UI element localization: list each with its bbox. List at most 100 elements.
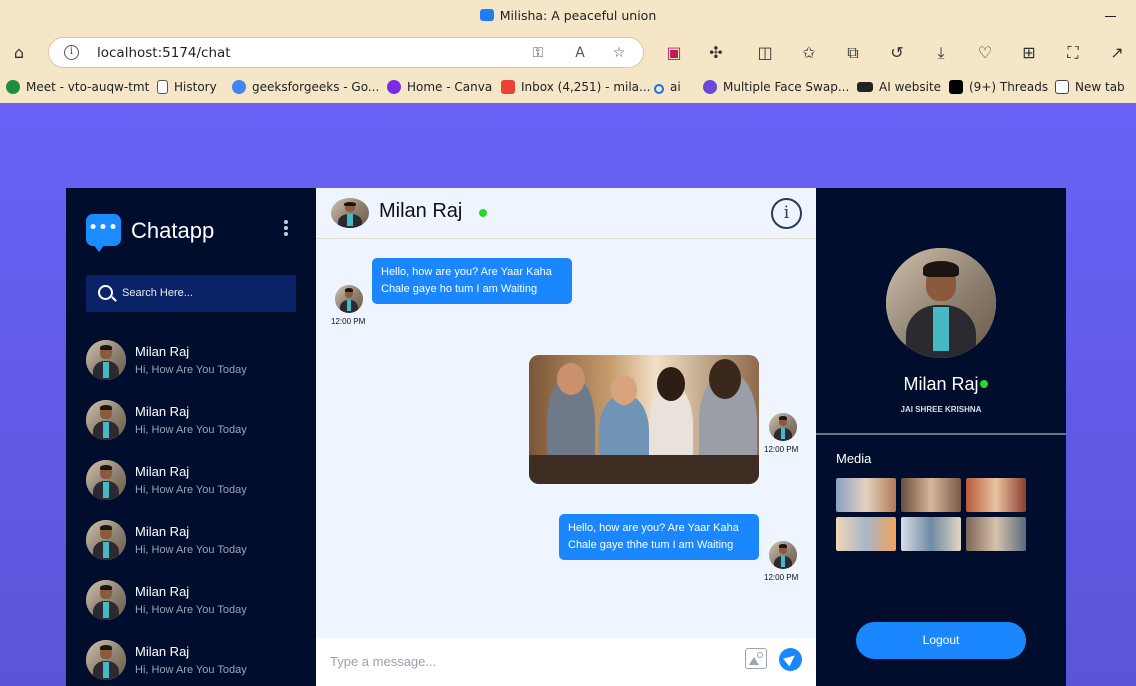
favorites-icon[interactable]: ✩	[797, 41, 821, 65]
apps-icon[interactable]: ⊞	[1017, 41, 1041, 65]
search-box[interactable]	[86, 275, 296, 312]
contact-last-message: Hi, How Are You Today	[135, 424, 247, 436]
contact-item[interactable]: Milan Raj Hi, How Are You Today	[86, 520, 296, 564]
divider	[816, 433, 1066, 435]
contact-item[interactable]: Milan Raj Hi, How Are You Today	[86, 460, 296, 504]
chat-panel: Milan Raj i 12:00 PM Hello, how are you?…	[316, 188, 816, 686]
media-thumbnail[interactable]	[901, 517, 961, 551]
collections-icon[interactable]: ⧉	[841, 41, 865, 65]
page-background: ••• Chatapp Milan Raj Hi, How Are You To…	[0, 103, 1136, 686]
contact-last-message: Hi, How Are You Today	[135, 484, 247, 496]
bookmark-new-tab[interactable]: New tab	[1055, 80, 1125, 94]
bookmark-history[interactable]: History	[157, 80, 217, 94]
contact-last-message: Hi, How Are You Today	[135, 604, 247, 616]
chat-header: Milan Raj i	[316, 188, 816, 239]
bookmark-label: (9+) Threads	[969, 80, 1049, 94]
bookmark-label: Meet - vto-auqw-tmt	[26, 80, 150, 94]
media-title: Media	[836, 451, 872, 466]
logout-button[interactable]: Logout	[856, 622, 1026, 659]
split-screen-icon[interactable]: ◫	[753, 41, 777, 65]
home-icon[interactable]: ⌂	[7, 41, 31, 65]
performance-heart-icon[interactable]: ♡	[973, 41, 997, 65]
contact-last-message: Hi, How Are You Today	[135, 364, 247, 376]
bookmark-label: Inbox (4,251) - mila...	[521, 80, 651, 94]
contact-item[interactable]: Milan Raj Hi, How Are You Today	[86, 580, 296, 624]
window-title-area: Milisha: A peaceful union	[0, 8, 1136, 23]
online-status-dot	[980, 380, 988, 388]
sidebar: ••• Chatapp Milan Raj Hi, How Are You To…	[66, 188, 316, 686]
search-input[interactable]	[122, 284, 287, 302]
message-avatar	[769, 413, 797, 441]
avatar	[86, 640, 126, 680]
history-icon[interactable]: ↺	[885, 41, 909, 65]
bookmark-label: ai	[670, 80, 681, 94]
send-icon	[783, 651, 798, 667]
browser-titlebar: Milisha: A peaceful union	[0, 0, 1136, 33]
avatar	[86, 580, 126, 620]
contact-name: Milan Raj	[135, 344, 190, 359]
media-thumbnail[interactable]	[966, 517, 1026, 551]
screenshot-icon[interactable]: ⛶	[1061, 41, 1085, 65]
meet-icon	[6, 80, 20, 94]
media-thumbnail[interactable]	[901, 478, 961, 512]
avatar	[86, 460, 126, 500]
bookmark-label: Multiple Face Swap...	[723, 80, 850, 94]
bookmark-face-swap[interactable]: Multiple Face Swap...	[703, 80, 849, 94]
contact-item[interactable]: Milan Raj Hi, How Are You Today	[86, 640, 296, 684]
media-thumbnail[interactable]	[966, 478, 1026, 512]
media-thumbnail[interactable]	[836, 517, 896, 551]
address-bar[interactable]: i localhost:5174/chat ⚿ A ☆	[48, 37, 644, 68]
bookmark-geeksforgeeks[interactable]: geeksforgeeks - Go...	[232, 80, 379, 94]
contact-name: Milan Raj	[135, 644, 190, 659]
online-status-dot	[479, 209, 487, 217]
threads-icon	[949, 80, 963, 94]
bookmark-label: New tab	[1075, 80, 1125, 94]
bookmark-ai[interactable]: ai	[654, 80, 681, 94]
message-time: 12:00 PM	[764, 573, 799, 582]
canva-icon	[387, 80, 401, 94]
extensions-puzzle-icon[interactable]: ✣	[704, 41, 728, 65]
window-title: Milisha: A peaceful union	[499, 8, 657, 23]
bookmark-threads[interactable]: (9+) Threads	[949, 80, 1048, 94]
more-options-icon[interactable]	[280, 220, 292, 238]
read-aloud-icon[interactable]: A	[571, 44, 589, 62]
site-info-icon[interactable]: i	[64, 45, 79, 60]
send-button[interactable]	[779, 648, 802, 671]
bookmark-ai-website[interactable]: AI website	[857, 80, 941, 94]
search-icon	[98, 285, 113, 300]
chat-header-avatar[interactable]	[331, 198, 369, 228]
bookmarks-bar: Meet - vto-auqw-tmt History geeksforgeek…	[0, 73, 1136, 103]
message-input[interactable]	[330, 650, 725, 672]
downloads-icon[interactable]: ⤓	[929, 41, 953, 65]
avatar	[86, 400, 126, 440]
media-thumbnail[interactable]	[836, 478, 896, 512]
info-button[interactable]: i	[771, 198, 802, 229]
message-avatar	[335, 285, 363, 313]
contact-item[interactable]: Milan Raj Hi, How Are You Today	[86, 340, 296, 384]
contact-name: Milan Raj	[135, 584, 190, 599]
chat-bubble-logo-icon: •••	[86, 214, 121, 252]
share-icon[interactable]: ↗	[1105, 41, 1129, 65]
gmail-icon	[501, 80, 515, 94]
extension-camera-icon[interactable]: ▣	[662, 41, 686, 65]
bookmark-gmail[interactable]: Inbox (4,251) - mila...	[501, 80, 650, 94]
bookmark-canva[interactable]: Home - Canva	[387, 80, 492, 94]
page-icon	[157, 80, 168, 94]
key-icon[interactable]: ⚿	[529, 44, 547, 62]
profile-avatar	[886, 248, 996, 358]
bookmark-meet[interactable]: Meet - vto-auqw-tmt	[6, 80, 149, 94]
favorite-star-icon[interactable]: ☆	[610, 44, 628, 62]
contact-last-message: Hi, How Are You Today	[135, 544, 247, 556]
contact-item[interactable]: Milan Raj Hi, How Are You Today	[86, 400, 296, 444]
search-icon	[654, 84, 664, 94]
brand-name: Chatapp	[131, 218, 215, 243]
image-message[interactable]	[529, 355, 759, 484]
bookmark-label: Home - Canva	[407, 80, 493, 94]
face-swap-icon	[703, 80, 717, 94]
minimize-icon[interactable]	[1105, 16, 1116, 17]
browser-navbar: ⌂ i localhost:5174/chat ⚿ A ☆ ▣ ✣ ◫ ✩ ⧉ …	[0, 33, 1136, 73]
outgoing-message-bubble: Hello, how are you? Are Yaar Kaha Chale …	[559, 514, 759, 560]
contact-name: Milan Raj	[135, 524, 190, 539]
attach-image-icon[interactable]	[745, 648, 767, 669]
url-text[interactable]: localhost:5174/chat	[97, 45, 231, 61]
